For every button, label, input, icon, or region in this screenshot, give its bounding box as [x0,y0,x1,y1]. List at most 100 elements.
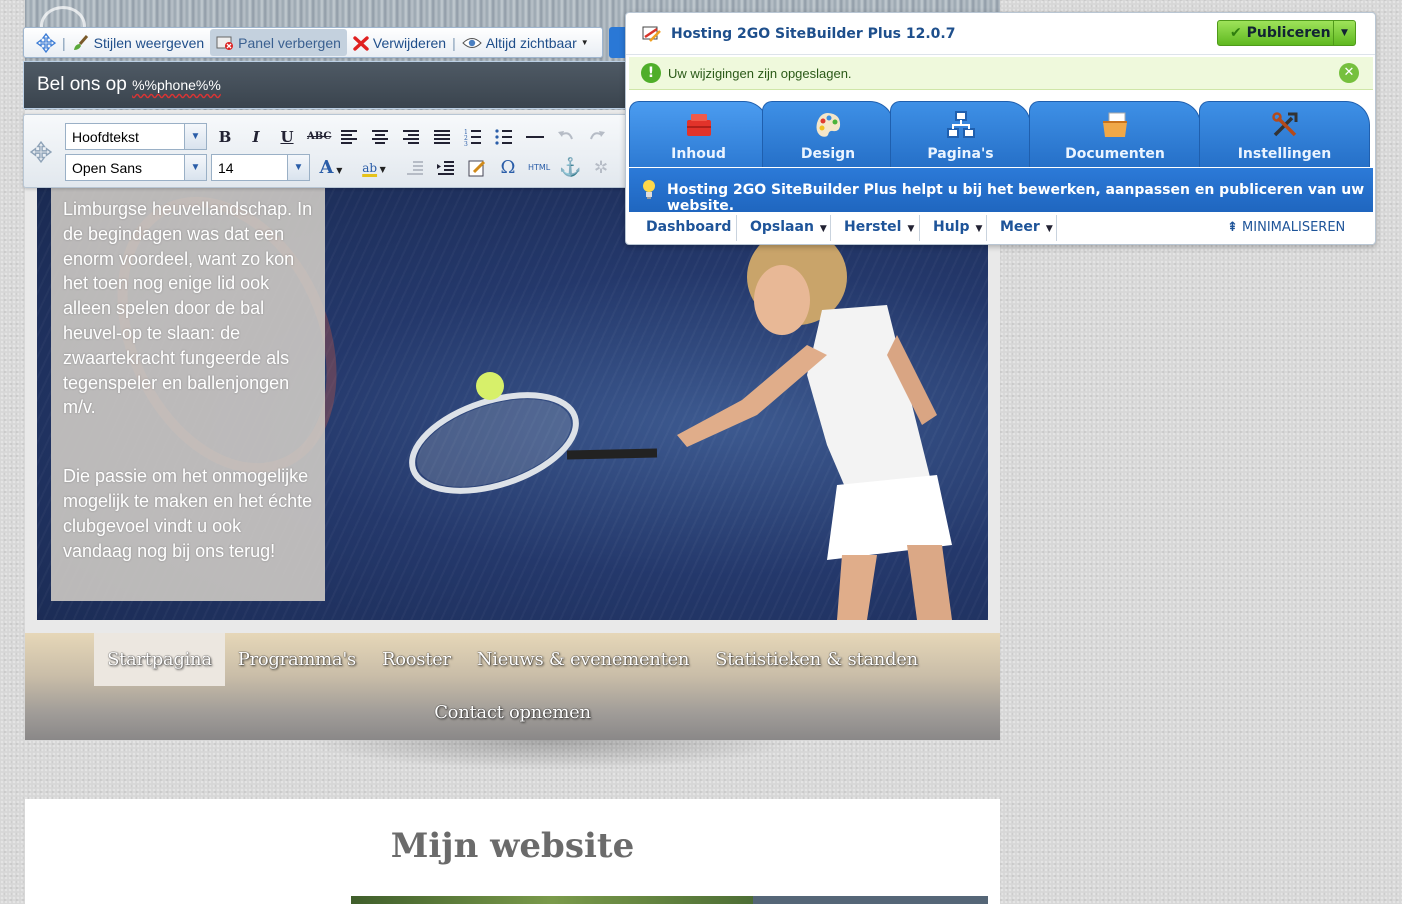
move-handle[interactable] [30,29,62,56]
font-family-select[interactable]: Open Sans ▼ [65,154,207,181]
bold-icon[interactable]: B [214,126,236,148]
sitebuilder-panel: Hosting 2GO SiteBuilder Plus 12.0.7 ✔ Pu… [625,12,1376,245]
phone-header-bar[interactable]: Bel ons op %%phone%% [23,61,628,109]
align-left-icon[interactable] [338,126,360,148]
menu-separator [830,215,831,241]
toolbox-icon [686,114,711,136]
panel-menu-bar: Dashboard Opslaan ▼ Herstel ▼ Hulp ▼ Meer ▼ … [629,212,1373,244]
tab-design[interactable]: Design [762,101,894,167]
anchor-icon[interactable]: ⚓ [559,157,581,179]
player-face [754,265,810,335]
double-chevron-up-icon: ⇞ [1227,220,1238,235]
align-justify-icon[interactable] [431,126,453,148]
menu-more[interactable]: Meer ▼ [1000,219,1053,235]
visibility-label: Altijd zichtbaar [485,34,577,51]
show-styles-label: Stijlen weergeven [93,34,205,51]
nav-item-rooster[interactable]: Rooster [369,633,464,686]
drag-handle-icon[interactable] [30,141,52,163]
edit-source-icon[interactable] [466,157,488,179]
svg-text:3: 3 [464,141,468,148]
eye-icon [461,37,482,48]
main-navigation: Startpagina Programma's Rooster Nieuws &… [25,633,1000,740]
menu-separator [919,215,920,241]
publish-text: Publiceren [1246,25,1331,41]
nav-item-programmas[interactable]: Programma's [225,633,369,686]
align-center-icon[interactable] [369,126,391,148]
underline-icon[interactable]: U [276,126,298,148]
paragraph-style-select[interactable]: Hoofdtekst ▼ [65,123,207,150]
save-notice: ! Uw wijzigingen zijn opgeslagen. ✕ [629,57,1373,90]
nav-row-2: Contact opnemen [25,686,1000,739]
intro-paragraph: Limburgse heuvellandschap. In de beginda… [63,199,313,418]
move-icon [36,32,56,53]
highlight-color-icon[interactable]: ab ▼ [357,157,391,179]
numbered-list-icon[interactable]: 123 [462,126,484,148]
tab-paginas[interactable]: Pagina's [890,101,1031,167]
paragraph-style-value: Hoofdtekst [72,129,139,145]
special-character-icon[interactable]: Ω [497,157,519,179]
visibility-dropdown[interactable]: Altijd zichtbaar ▼ [456,29,595,56]
redo-icon[interactable] [586,126,608,148]
panel-title-row: Hosting 2GO SiteBuilder Plus 12.0.7 ✔ Pu… [626,13,1375,55]
menu-dashboard[interactable]: Dashboard [646,219,731,235]
chevron-down-icon: ▼ [184,124,206,149]
passion-paragraph: Die passie om het onmogelijke mogelijk t… [63,466,313,561]
info-text: Hosting 2GO SiteBuilder Plus helpt u bij… [667,182,1365,214]
chevron-down-icon: ▼ [907,224,915,234]
undo-icon[interactable] [555,126,577,148]
panel-title: Hosting 2GO SiteBuilder Plus 12.0.7 [671,26,956,42]
hide-panel-button[interactable]: Panel verbergen [210,29,347,56]
tab-label: Instellingen [1237,146,1332,162]
tab-label: Inhoud [671,146,726,162]
bullet-list-icon[interactable] [493,126,515,148]
player-leg-2 [907,545,952,620]
menu-save[interactable]: Opslaan ▼ [750,219,827,235]
menu-restore[interactable]: Herstel ▼ [844,219,914,235]
nav-item-contact[interactable]: Contact opnemen [421,686,604,739]
menu-restore-label: Herstel [844,219,902,235]
menu-help[interactable]: Hulp ▼ [933,219,982,235]
align-right-icon[interactable] [400,126,422,148]
minimize-button[interactable]: ⇞ MINIMALISEREN [1227,220,1345,235]
html-icon[interactable]: HTML [528,157,550,179]
font-family-value: Open Sans [72,160,143,176]
font-color-icon[interactable]: A ▼ [316,157,346,179]
tab-inhoud[interactable]: Inhoud [629,101,768,167]
nav-shadow [300,740,800,770]
link-break-icon[interactable]: ✲ [590,157,612,179]
brush-icon [73,34,88,50]
indent-icon[interactable] [435,157,457,179]
nav-item-startpagina[interactable]: Startpagina [94,633,225,686]
outdent-icon[interactable] [404,157,426,179]
intro-text-box[interactable]: Limburgse heuvellandschap. In de beginda… [51,185,325,601]
element-toolbar: | Stijlen weergeven Panel verbergen Verw… [23,27,603,58]
close-icon[interactable]: ✕ [1339,63,1359,83]
page-title[interactable]: Mijn website [25,826,1000,866]
success-icon: ! [641,63,661,83]
font-size-select[interactable]: 14 ▼ [211,154,310,181]
publish-button[interactable]: ✔ Publiceren ▼ [1217,20,1356,46]
tab-label: Documenten [1065,146,1165,162]
tools-icon [1271,112,1297,137]
italic-icon[interactable]: I [245,126,267,148]
nav-item-nieuws[interactable]: Nieuws & evenementen [464,633,702,686]
checkmark-icon: ✔ [1230,25,1242,41]
player-leg [837,555,877,620]
tab-instellingen[interactable]: Instellingen [1199,101,1370,167]
horizontal-rule-icon[interactable] [524,126,546,148]
save-notice-text: Uw wijzigingen zijn opgeslagen. [668,66,852,81]
delete-button[interactable]: Verwijderen [347,29,452,56]
text-format-toolbar: Hoofdtekst ▼ Open Sans ▼ 14 ▼ B I U ABC … [23,114,628,188]
chevron-down-icon[interactable]: ▼ [1333,21,1355,45]
tab-documenten[interactable]: Documenten [1029,101,1201,167]
phone-placeholder: %%phone%% [132,77,221,93]
strikethrough-icon[interactable]: ABC [307,126,331,148]
content-image-right [753,896,988,904]
panel-tabs: Inhoud Design Pagina's Documenten Instel… [629,101,1373,167]
lightbulb-icon [643,180,655,199]
chevron-down-icon: ▼ [1045,224,1053,234]
hide-panel-label: Panel verbergen [238,34,341,51]
show-styles-button[interactable]: Stijlen weergeven [66,29,211,56]
nav-item-statistieken[interactable]: Statistieken & standen [702,633,931,686]
menu-more-label: Meer [1000,219,1040,235]
